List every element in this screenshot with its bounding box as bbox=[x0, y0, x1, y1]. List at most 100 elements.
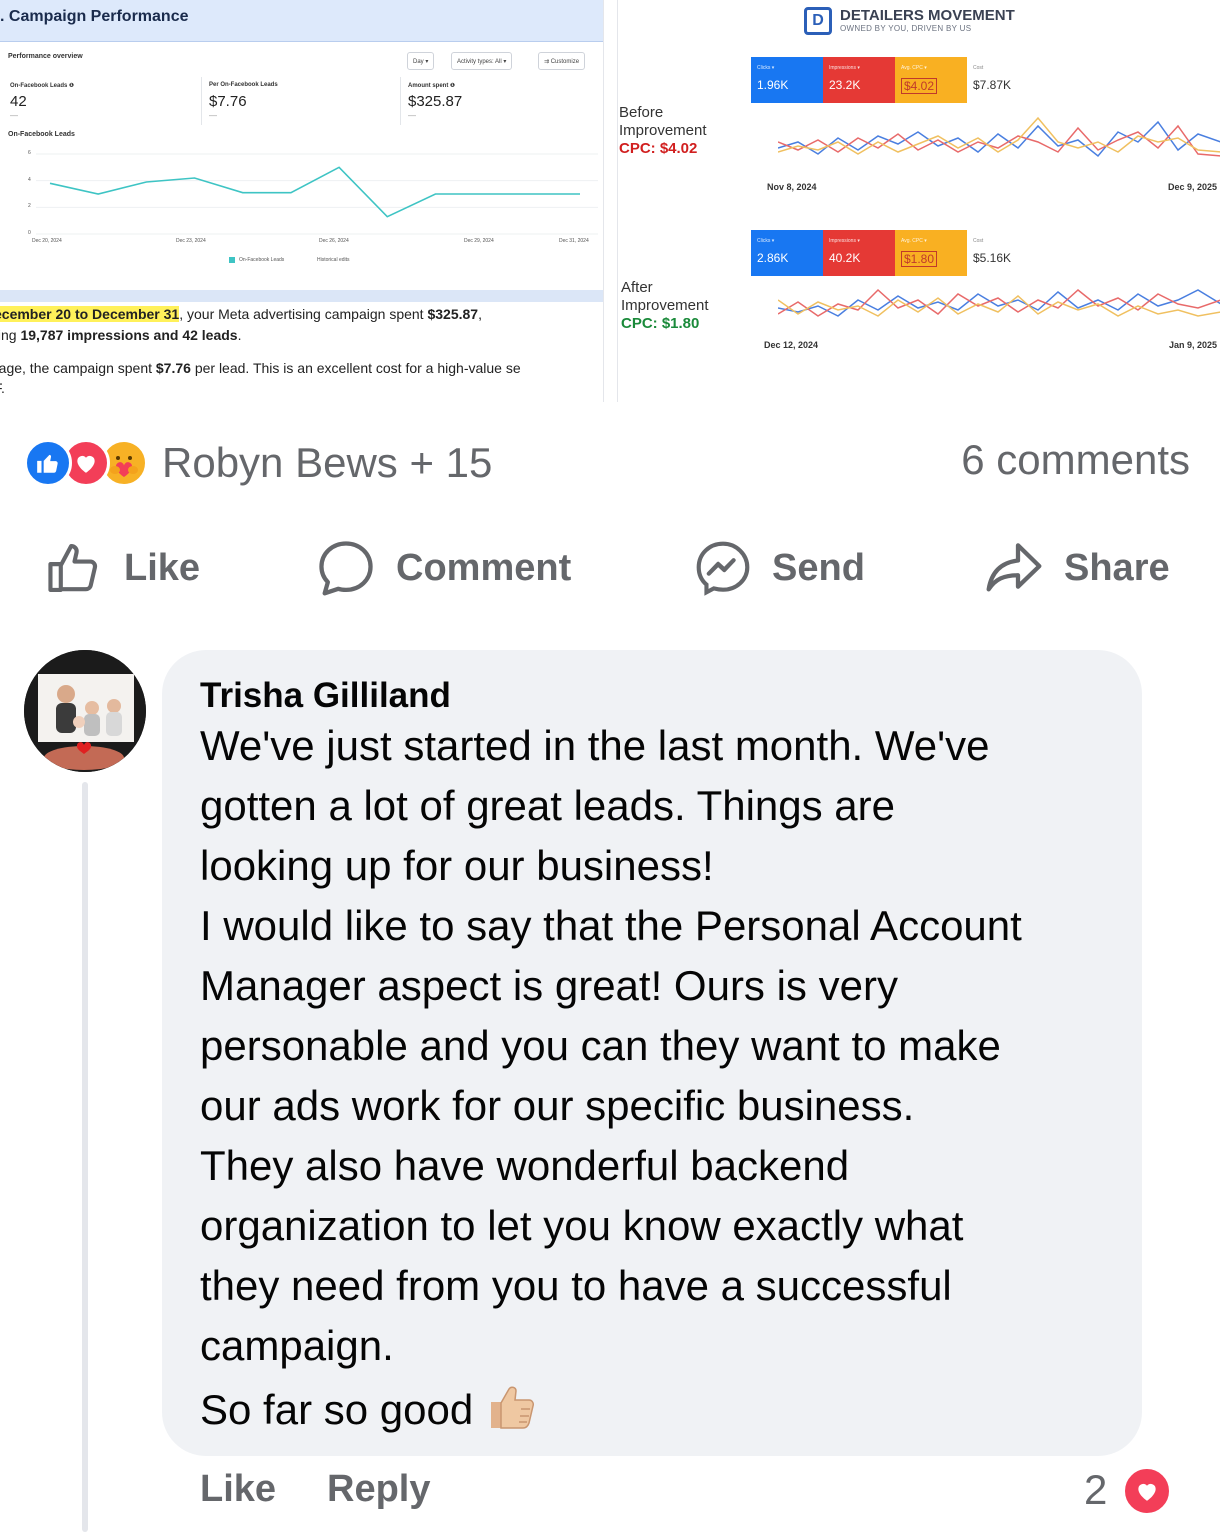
comment-reaction-count[interactable]: 2 bbox=[1084, 1466, 1107, 1514]
stat-label: Cost bbox=[973, 238, 984, 244]
before-cpc: CPC: $4.02 bbox=[619, 140, 698, 157]
legend-swatch bbox=[229, 257, 235, 263]
after-label-line: Improvement bbox=[621, 297, 709, 314]
comment-bubble: Trisha Gilliland We've just started in t… bbox=[162, 650, 1142, 1456]
comment-reply-button[interactable]: Reply bbox=[327, 1468, 430, 1511]
legend-leads: On-Facebook Leads bbox=[239, 257, 285, 263]
stat-clicks: Clicks ▾ 1.96K bbox=[751, 57, 823, 103]
brand-name: DETAILERS MOVEMENT bbox=[840, 7, 1015, 24]
x-tick-label: Dec 31, 2024 bbox=[559, 238, 589, 244]
summary-impressions: 19,787 impressions and 42 leads bbox=[20, 327, 238, 343]
brand-logo-icon: D bbox=[804, 7, 832, 35]
before-date-start: Nov 8, 2024 bbox=[767, 182, 817, 192]
stat-value: 23.2K bbox=[829, 78, 861, 92]
love-icon[interactable] bbox=[1122, 1466, 1172, 1516]
like-icon bbox=[24, 439, 72, 487]
share-label: Share bbox=[1064, 546, 1170, 589]
summary-text: , your Meta advertising campaign spent bbox=[179, 306, 428, 322]
before-label: Before Improvement CPC: $4.02 bbox=[619, 104, 707, 158]
leads-line-chart bbox=[36, 153, 598, 235]
after-cpc: CPC: $1.80 bbox=[621, 315, 700, 332]
comment-bubble-icon bbox=[319, 541, 373, 596]
divider-band bbox=[0, 290, 603, 302]
comment-label: Comment bbox=[396, 546, 572, 589]
family-photo-avatar bbox=[24, 650, 146, 772]
comment-author[interactable]: Trisha Gilliland bbox=[200, 676, 451, 716]
summary-text: rage, the campaign spent bbox=[0, 360, 156, 376]
after-trend-lines bbox=[778, 288, 1220, 317]
share-arrow-icon bbox=[986, 543, 1042, 592]
messenger-icon bbox=[696, 541, 750, 596]
stat-value: $4.02 bbox=[901, 78, 938, 94]
x-tick-label: Dec 26, 2024 bbox=[319, 238, 349, 244]
stat-label: Clicks ▾ bbox=[757, 65, 775, 71]
after-date-end: Jan 9, 2025 bbox=[1169, 340, 1218, 350]
stat-clicks: Clicks ▾ 2.86K bbox=[751, 230, 823, 276]
thread-line bbox=[82, 782, 88, 1532]
performance-dashboard: Performance overview Day ▾ Activity type… bbox=[0, 44, 602, 290]
like-label: Like bbox=[124, 546, 201, 589]
thumbs-up-emoji-icon bbox=[483, 1376, 541, 1450]
stat-cost: Cost $7.87K bbox=[967, 57, 1039, 103]
before-trend-lines bbox=[778, 116, 1220, 158]
stat-avg-cpc: Avg. CPC ▾ $4.02 bbox=[895, 57, 967, 103]
stat-cost: Cost $5.16K bbox=[967, 230, 1039, 276]
comment-text: We've just started in the last month. We… bbox=[200, 722, 1022, 1434]
date-range-highlight: ecember 20 to December 31 bbox=[0, 306, 180, 322]
before-date-end: Dec 9, 2025 bbox=[1168, 182, 1218, 192]
comments-count-link[interactable]: 6 comments bbox=[961, 436, 1190, 484]
summary-spent: $325.87 bbox=[427, 306, 479, 322]
stat-label: Avg. CPC ▾ bbox=[901, 65, 927, 71]
stat-label: Avg. CPC ▾ bbox=[901, 238, 927, 244]
campaign-performance-image[interactable]: . Campaign Performance Performance overv… bbox=[0, 0, 604, 402]
reactions-summary[interactable]: Robyn Bews + 15 bbox=[24, 438, 492, 488]
stat-value: 2.86K bbox=[757, 251, 789, 265]
before-after-image[interactable]: D DETAILERS MOVEMENT OWNED BY YOU, DRIVE… bbox=[617, 0, 1220, 402]
like-button[interactable]: Like bbox=[44, 530, 200, 606]
stat-value: $7.87K bbox=[973, 78, 1012, 92]
stat-label: Impressions ▾ bbox=[829, 65, 860, 71]
before-label-line: Improvement bbox=[619, 122, 707, 139]
summary-text: per lead. This is an excellent cost for … bbox=[190, 360, 521, 376]
x-tick-label: Dec 20, 2024 bbox=[32, 238, 62, 244]
legend-historical-edits: Historical edits bbox=[317, 257, 350, 263]
x-tick-label: Dec 29, 2024 bbox=[464, 238, 494, 244]
stat-label: Impressions ▾ bbox=[829, 238, 860, 244]
summary-line-2: ting 19,787 impressions and 42 leads. bbox=[0, 327, 241, 343]
stat-avg-cpc: Avg. CPC ▾ $1.80 bbox=[895, 230, 967, 276]
after-stats: Clicks ▾ 2.86K Impressions ▾ 40.2K Avg. CP… bbox=[751, 230, 1039, 276]
comment-button[interactable]: Comment bbox=[314, 530, 571, 606]
stat-label: Cost bbox=[973, 65, 984, 71]
post-action-bar: Like Comment Send Share bbox=[0, 530, 1220, 606]
commenter-avatar[interactable] bbox=[24, 650, 146, 772]
stat-impressions: Impressions ▾ 23.2K bbox=[823, 57, 895, 103]
campaign-performance-title: . Campaign Performance bbox=[0, 0, 603, 42]
summary-line-1: ecember 20 to December 31, your Meta adv… bbox=[0, 306, 482, 322]
stat-value: $5.16K bbox=[973, 251, 1012, 265]
send-button[interactable]: Send bbox=[692, 530, 865, 606]
summary-text: , bbox=[478, 306, 482, 322]
summary-text: . bbox=[237, 327, 242, 343]
thumbs-up-icon bbox=[48, 543, 98, 593]
stat-value: $1.80 bbox=[901, 251, 938, 267]
summary-line-4: F. bbox=[0, 380, 5, 396]
send-label: Send bbox=[772, 546, 865, 589]
brand-tagline: OWNED BY YOU, DRIVEN BY US bbox=[840, 24, 972, 33]
after-label: After Improvement CPC: $1.80 bbox=[621, 279, 709, 333]
summary-text: ting bbox=[0, 327, 17, 343]
before-stats: Clicks ▾ 1.96K Impressions ▾ 23.2K Avg. CP… bbox=[751, 57, 1039, 103]
after-label-line: After bbox=[621, 279, 653, 296]
summary-line-3: rage, the campaign spent $7.76 per lead.… bbox=[0, 360, 521, 376]
reactors-label[interactable]: Robyn Bews + 15 bbox=[162, 439, 492, 487]
x-tick-label: Dec 23, 2024 bbox=[176, 238, 206, 244]
stat-value: 1.96K bbox=[757, 78, 789, 92]
summary-per-lead: $7.76 bbox=[155, 360, 191, 376]
comment-like-button[interactable]: Like bbox=[200, 1468, 276, 1511]
before-label-line: Before bbox=[619, 104, 664, 121]
stat-impressions: Impressions ▾ 40.2K bbox=[823, 230, 895, 276]
stat-value: 40.2K bbox=[829, 251, 861, 265]
after-date-start: Dec 12, 2024 bbox=[764, 340, 819, 350]
leads-series-line bbox=[49, 166, 580, 218]
share-button[interactable]: Share bbox=[982, 530, 1170, 606]
comment-body: We've just started in the last month. We… bbox=[200, 716, 1120, 1450]
